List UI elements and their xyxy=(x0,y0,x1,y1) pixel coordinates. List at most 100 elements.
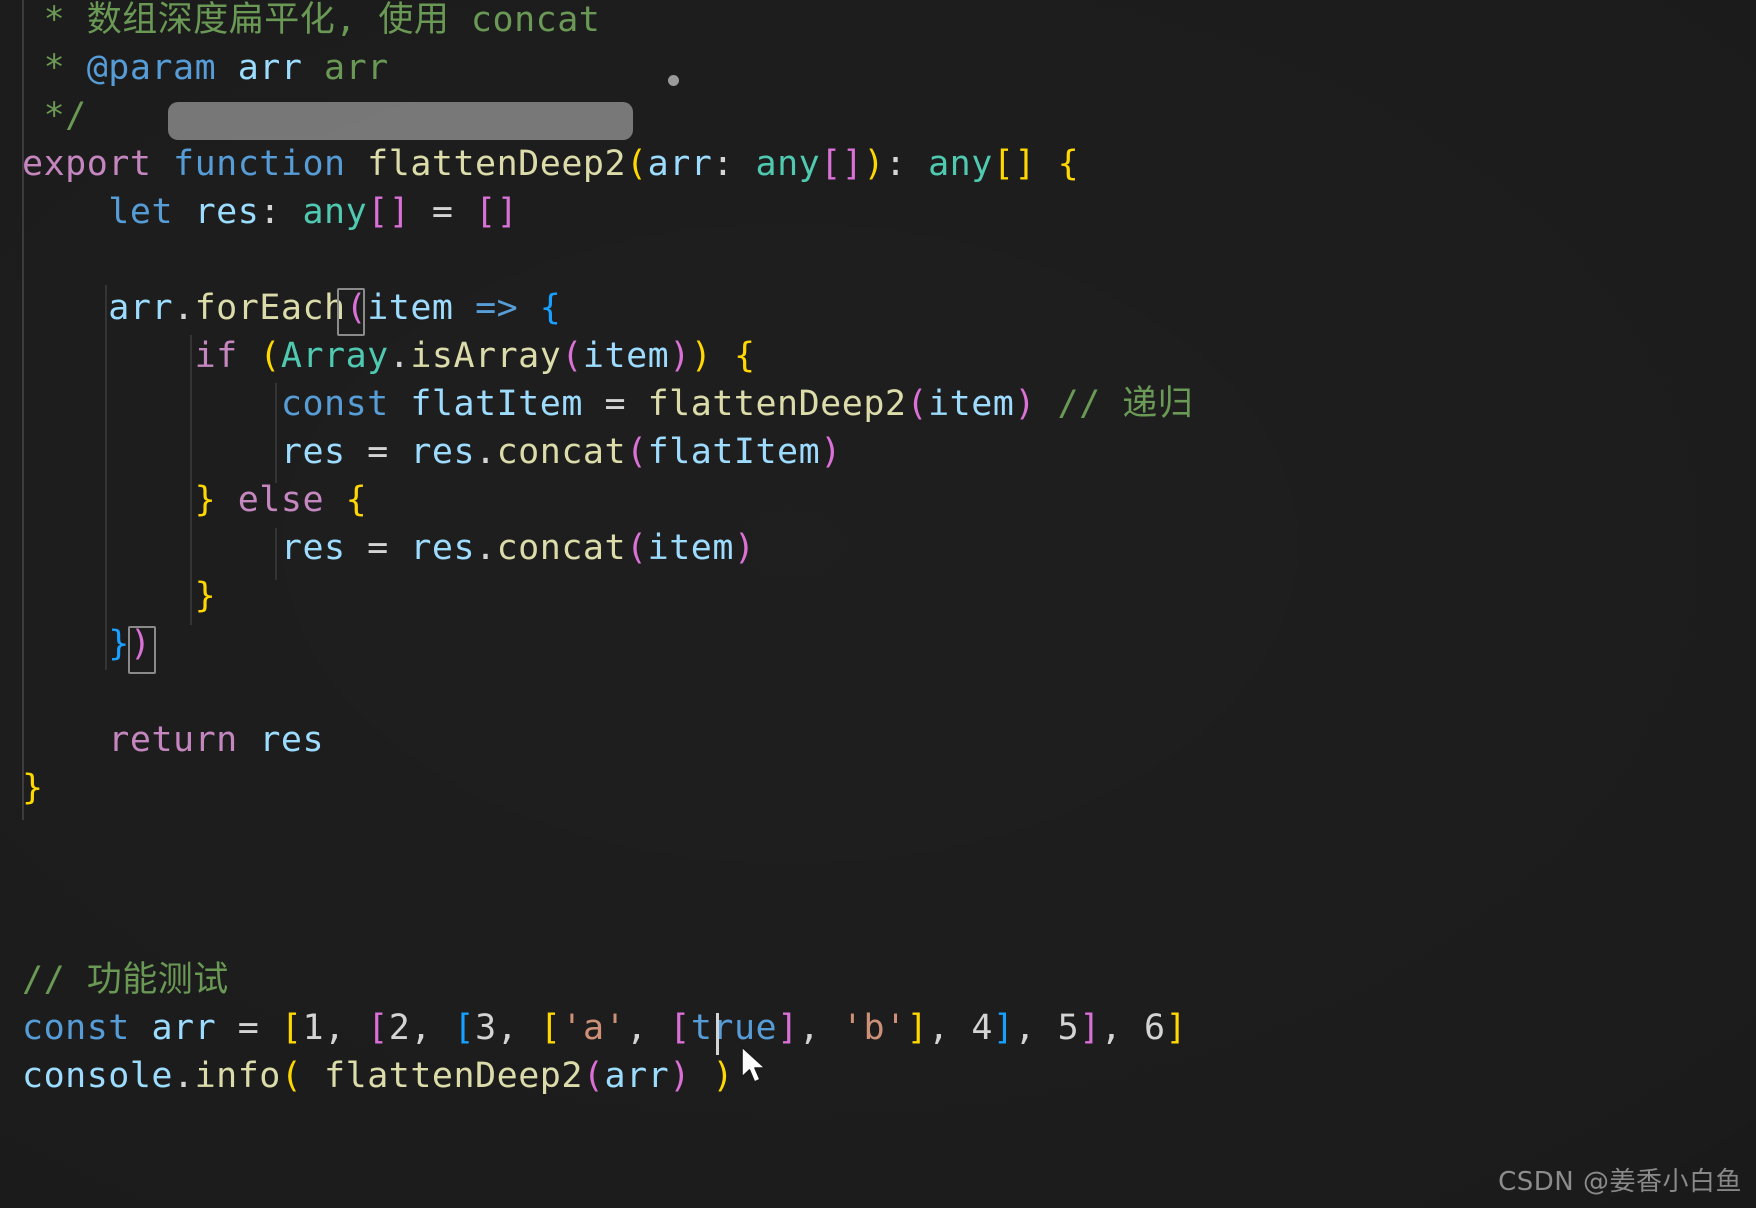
code-line-res-concat-flatitem[interactable]: res = res.concat(flatItem) xyxy=(22,428,842,476)
token: [ xyxy=(475,192,497,232)
token: arr xyxy=(237,48,303,88)
code-line-fn-close[interactable]: } xyxy=(22,764,44,812)
token: 2 xyxy=(388,1008,411,1048)
token: ( xyxy=(906,384,929,424)
code-line-if-close[interactable]: } xyxy=(22,572,216,620)
token: ( xyxy=(345,288,368,328)
code-line-let-res[interactable]: let res: any[] = [] xyxy=(22,188,518,236)
watermark: CSDN @姜香小白鱼 xyxy=(1498,1167,1742,1197)
token: ] xyxy=(841,144,864,184)
token: , xyxy=(626,1008,670,1048)
token: console xyxy=(22,1056,174,1096)
token: [ xyxy=(820,144,842,184)
token: ] xyxy=(906,1008,929,1048)
code-line-blank-2[interactable] xyxy=(22,668,44,716)
token: , xyxy=(1014,1008,1058,1048)
token: ) xyxy=(1014,384,1036,424)
token: { xyxy=(345,480,368,520)
code-line-doc-param[interactable]: * @param arr arr xyxy=(22,44,389,92)
code-line-test-comment[interactable]: // 功能测试 xyxy=(22,956,229,1004)
token: } xyxy=(194,576,217,616)
code-line-doc-close[interactable]: */ xyxy=(22,92,87,140)
token: const xyxy=(22,1008,130,1048)
token: const xyxy=(280,384,389,424)
code-line-doc-desc[interactable]: * 数组深度扁平化, 使用 concat xyxy=(22,0,600,44)
token: ) xyxy=(129,624,152,664)
token: ] xyxy=(992,1008,1015,1048)
token: */ xyxy=(22,96,87,136)
token: ( xyxy=(561,336,583,376)
token: ( xyxy=(280,1056,303,1096)
token: item xyxy=(928,384,1015,424)
token: = xyxy=(345,528,411,568)
token: ) xyxy=(820,432,842,472)
token: flattenDeep2 xyxy=(324,1056,583,1096)
token: . xyxy=(388,336,411,376)
token: res xyxy=(410,528,476,568)
token: , xyxy=(496,1008,540,1048)
token: } xyxy=(194,480,217,520)
token: ( xyxy=(626,528,648,568)
code-line-blank-5[interactable] xyxy=(22,908,44,956)
code-line-blank-1[interactable] xyxy=(22,236,44,284)
code-line-blank-4[interactable] xyxy=(22,860,44,908)
mouse-pointer-icon xyxy=(741,1046,766,1083)
token: else xyxy=(237,480,325,520)
token: 数组深度扁平化, 使用 concat xyxy=(86,0,601,40)
token: return xyxy=(108,720,238,760)
token: ] xyxy=(1079,1008,1101,1048)
token: : xyxy=(884,144,929,184)
code-line-const-arr[interactable]: const arr = [1, [2, [3, ['a', [true], 'b… xyxy=(22,1004,1187,1052)
token: ] xyxy=(1165,1008,1188,1048)
dot-marker xyxy=(668,75,679,86)
token: any xyxy=(755,144,821,184)
token: concat xyxy=(496,432,627,472)
token: ] xyxy=(1014,144,1036,184)
token: ] xyxy=(388,192,411,232)
token: ) xyxy=(669,336,691,376)
code-line-else-branch[interactable]: } else { xyxy=(22,476,367,524)
code-line-res-concat-item[interactable]: res = res.concat(item) xyxy=(22,524,756,572)
token: ] xyxy=(777,1008,799,1048)
token: ( xyxy=(582,1056,605,1096)
code-line-blank-3[interactable] xyxy=(22,812,44,860)
code-editor[interactable]: * 数组深度扁平化, 使用 concat * @param arr arr */… xyxy=(0,0,1756,1208)
code-line-if-isarray[interactable]: if (Array.isArray(item)) { xyxy=(22,332,756,380)
token: } xyxy=(22,768,44,808)
token: res xyxy=(194,192,260,232)
token: 1 xyxy=(302,1008,325,1048)
code-line-fn-signature[interactable]: export function flattenDeep2(arr: any[])… xyxy=(22,140,1079,188)
token: item xyxy=(647,528,734,568)
token: ) xyxy=(669,1056,691,1096)
token: = xyxy=(216,1008,281,1048)
token: ( xyxy=(626,432,648,472)
token: res xyxy=(410,432,476,472)
text-caret xyxy=(716,1013,719,1055)
code-line-const-flatitem[interactable]: const flatItem = flattenDeep2(item) // 递… xyxy=(22,380,1193,428)
token: concat xyxy=(496,528,627,568)
code-line-console-info[interactable]: console.info( flattenDeep2(arr) ) xyxy=(22,1052,734,1100)
token: export xyxy=(22,144,152,184)
code-line-foreach-open[interactable]: arr.forEach(item => { xyxy=(22,284,561,332)
token: ( xyxy=(626,144,648,184)
code-line-foreach-close[interactable]: }) xyxy=(22,620,151,668)
token: Array xyxy=(280,336,389,376)
code-line-return-res[interactable]: return res xyxy=(22,716,324,764)
